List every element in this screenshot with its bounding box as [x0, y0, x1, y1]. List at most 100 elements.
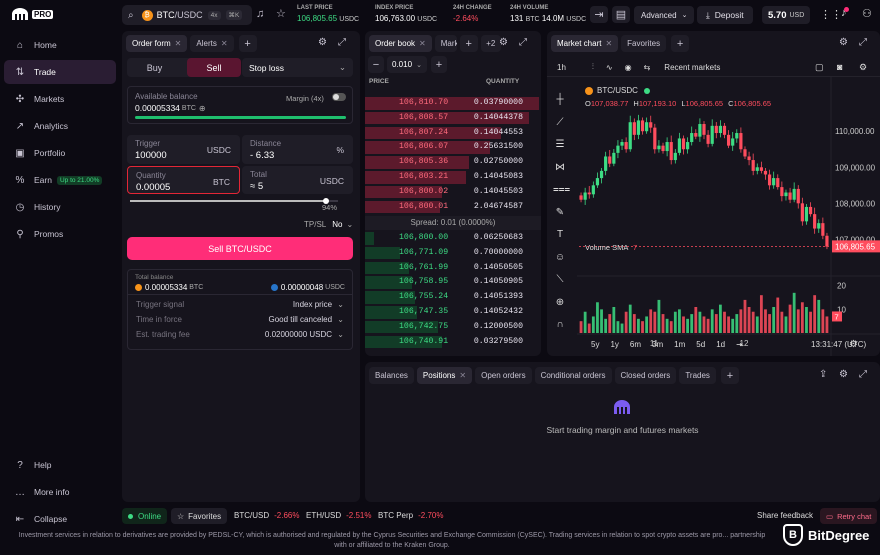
- sidebar-item-history[interactable]: ◷ History: [4, 195, 116, 219]
- time-in-force-row[interactable]: Time in force Good till canceled ⌄: [136, 315, 344, 327]
- close-icon[interactable]: ✕: [175, 39, 182, 48]
- margin-toggle[interactable]: [332, 93, 346, 101]
- bell-icon[interactable]: ♫: [256, 8, 264, 20]
- pair-selector[interactable]: ⌕ ₿ BTC/USDC 4x ⌘K: [122, 5, 252, 25]
- star-icon[interactable]: ☆: [276, 7, 286, 20]
- increase-tick-button[interactable]: +: [431, 56, 447, 73]
- sidebar-item-earn[interactable]: % Earn Up to 21.00%: [4, 168, 116, 192]
- tick-size-dropdown[interactable]: 0.010 ⌄: [387, 56, 427, 73]
- sidebar-item-portfolio[interactable]: ▣ Portfolio: [4, 141, 116, 165]
- recent-markets-button[interactable]: Recent markets: [664, 63, 720, 72]
- sidebar-item-markets[interactable]: ✣ Markets: [4, 87, 116, 111]
- close-icon[interactable]: ✕: [221, 39, 228, 48]
- bid-row[interactable]: 106,747.35 0.14052432: [365, 305, 539, 320]
- mode-dropdown[interactable]: Advanced ⌄: [634, 6, 695, 24]
- trigger-signal-row[interactable]: Trigger signal Index price ⌄: [136, 300, 344, 312]
- bid-row[interactable]: 106,761.99 0.14050505: [365, 261, 539, 276]
- ask-row[interactable]: 106,808.57 0.14044378: [365, 111, 539, 126]
- range-5y[interactable]: 5y: [591, 340, 599, 349]
- tab-alerts[interactable]: Alerts ✕: [190, 35, 234, 52]
- ask-row[interactable]: 106,800.01 2.04674587: [365, 200, 539, 215]
- range-1m[interactable]: 1m: [674, 340, 685, 349]
- indicator-icon[interactable]: ∿: [606, 63, 613, 72]
- ask-row[interactable]: 106,806.07 0.25631500: [365, 140, 539, 155]
- close-icon[interactable]: ✕: [459, 371, 466, 380]
- tpsl-control[interactable]: TP/SL No ⌄: [304, 220, 353, 229]
- tab-closed-orders[interactable]: Closed orders: [614, 367, 677, 384]
- sidebar-item-promos[interactable]: ⚲ Promos: [4, 222, 116, 246]
- ticker-btc-usd[interactable]: BTC/USD -2.66%: [234, 511, 299, 520]
- camera-icon[interactable]: ◙: [837, 62, 842, 72]
- calendar-icon[interactable]: ⇥: [736, 340, 743, 349]
- sidebar-item-home[interactable]: ⌂ Home: [4, 33, 116, 57]
- fullscreen-icon[interactable]: ▢: [815, 62, 824, 73]
- sidebar-item-more-info[interactable]: … More info: [4, 480, 116, 504]
- range-6m[interactable]: 6m: [630, 340, 641, 349]
- tab-positions[interactable]: Positions ✕: [416, 367, 473, 384]
- ticker-eth-usd[interactable]: ETH/USD -2.51%: [306, 511, 371, 520]
- settings-icon[interactable]: ⚙: [839, 369, 848, 380]
- buy-button[interactable]: Buy: [127, 58, 182, 77]
- ask-row[interactable]: 106,810.70 0.03790000: [365, 96, 539, 111]
- expand-icon[interactable]: ⤢: [859, 37, 867, 48]
- bid-row[interactable]: 106,758.95 0.14050905: [365, 275, 539, 290]
- sidebar-item-collapse[interactable]: ⇤ Collapse: [4, 507, 116, 531]
- settings-icon[interactable]: ⚙: [839, 37, 848, 48]
- range-3m[interactable]: 3m: [652, 340, 663, 349]
- add-tab-icon[interactable]: +: [459, 35, 478, 52]
- order-type-dropdown[interactable]: Stop loss ⌄: [242, 58, 353, 77]
- expand-icon[interactable]: ⤢: [519, 37, 527, 48]
- add-tab-icon[interactable]: +: [720, 367, 739, 384]
- decrease-tick-button[interactable]: −: [368, 56, 384, 73]
- tab-order-form[interactable]: Order form ✕: [126, 35, 188, 52]
- range-5d[interactable]: 5d: [696, 340, 705, 349]
- more-tabs-button[interactable]: +2: [480, 35, 501, 52]
- notification-bell-icon[interactable]: ♪: [841, 7, 849, 19]
- swap-icon[interactable]: ⇥: [590, 6, 608, 23]
- export-icon[interactable]: ⇪: [819, 369, 827, 380]
- visibility-icon[interactable]: ◉: [625, 63, 632, 72]
- sidebar-item-help[interactable]: ? Help: [4, 453, 116, 477]
- settings-icon[interactable]: ⚙: [318, 37, 327, 48]
- add-tab-icon[interactable]: +: [238, 35, 257, 52]
- tab-balances[interactable]: Balances: [369, 367, 414, 384]
- bid-row[interactable]: 106,771.09 0.70000000: [365, 246, 539, 261]
- close-icon[interactable]: ✕: [605, 39, 612, 48]
- candle-type-icon[interactable]: ⫶: [592, 62, 594, 72]
- ask-row[interactable]: 106,807.24 0.14044553: [365, 126, 539, 141]
- bid-row[interactable]: 106,755.24 0.14051393: [365, 290, 539, 305]
- add-tab-icon[interactable]: +: [671, 35, 690, 52]
- range-1d[interactable]: 1d: [716, 340, 725, 349]
- interval-selector[interactable]: 1h: [557, 63, 566, 72]
- price-chart[interactable]: 110,000.00109,000.00108,000.00107,000.00…: [547, 76, 880, 356]
- add-funds-icon[interactable]: ⊕: [199, 104, 206, 113]
- sidebar-item-analytics[interactable]: ↗ Analytics: [4, 114, 116, 138]
- compare-icon[interactable]: ⇆: [644, 63, 651, 72]
- ask-row[interactable]: 106,805.36 0.02750000: [365, 155, 539, 170]
- share-feedback-link[interactable]: Share feedback: [757, 511, 813, 520]
- favorites-button[interactable]: ☆ Favorites: [171, 508, 228, 524]
- submit-sell-button[interactable]: Sell BTC/USDC: [127, 237, 353, 260]
- tab-conditional-orders[interactable]: Conditional orders: [534, 367, 612, 384]
- bid-row[interactable]: 106,742.75 0.12000500: [365, 320, 539, 335]
- range-1y[interactable]: 1y: [610, 340, 618, 349]
- ask-row[interactable]: 106,800.02 0.14045503: [365, 185, 539, 200]
- apps-grid-icon[interactable]: ⋮⋮: [820, 8, 842, 21]
- tab-favorites[interactable]: Favorites: [621, 35, 667, 52]
- quantity-field[interactable]: Quantity 0.00005 BTC: [127, 166, 240, 194]
- tab-mark[interactable]: Mark: [434, 35, 457, 52]
- account-icon[interactable]: ⚇: [862, 7, 872, 20]
- chart-settings-icon[interactable]: ⚙: [859, 62, 867, 73]
- kraken-pro-logo[interactable]: PRO: [10, 8, 54, 20]
- sell-button[interactable]: Sell: [187, 58, 241, 77]
- bid-row[interactable]: 106,800.00 0.06250683: [365, 231, 539, 246]
- tab-market-chart[interactable]: Market chart ✕: [551, 35, 619, 52]
- layout-icon[interactable]: ▤: [612, 6, 630, 23]
- trigger-field[interactable]: Trigger 100000 USDC: [127, 135, 240, 164]
- expand-icon[interactable]: ⤢: [859, 369, 867, 380]
- tab-order-book[interactable]: Order book ✕: [369, 35, 432, 52]
- sidebar-item-trade[interactable]: ⇅ Trade: [4, 60, 116, 84]
- ticker-btc-perp[interactable]: BTC Perp -2.70%: [378, 511, 443, 520]
- quantity-slider[interactable]: [130, 198, 338, 204]
- deposit-button[interactable]: ⤓ Deposit: [697, 6, 753, 24]
